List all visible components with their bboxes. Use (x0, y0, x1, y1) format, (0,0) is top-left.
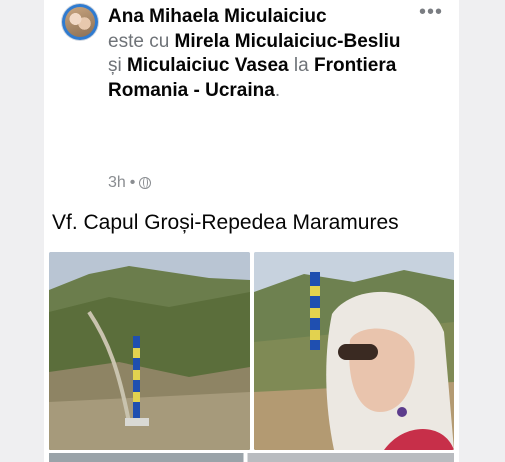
post-header: Ana Mihaela Miculaiciuc este cu Mirela M… (108, 5, 408, 103)
globe-icon[interactable] (139, 177, 152, 189)
more-options-icon[interactable]: ••• (416, 2, 446, 22)
post-photo-landscape[interactable] (49, 252, 250, 450)
next-photos-strip (49, 453, 454, 462)
author-name[interactable]: Ana Mihaela Miculaiciuc (108, 5, 408, 30)
avatar-image (65, 7, 95, 37)
feed-post: Ana Mihaela Miculaiciuc este cu Mirela M… (44, 0, 459, 462)
selfie-illustration (254, 252, 454, 450)
post-caption: Vf. Capul Groși-Repedea Maramures (52, 211, 399, 234)
and-label: și (108, 55, 122, 76)
sunglasses (338, 344, 378, 360)
post-meta: 3h • (108, 174, 152, 192)
tagged-person-1[interactable]: Mirela Miculaiciuc-Besliu (175, 31, 401, 52)
left-background (0, 0, 44, 462)
at-label: la (293, 55, 309, 76)
right-background (459, 0, 505, 462)
meta-dot: • (129, 174, 136, 191)
post-time[interactable]: 3h (108, 174, 126, 192)
period: . (274, 79, 281, 101)
with-label: este cu (108, 30, 170, 52)
post-photo-selfie[interactable] (254, 252, 454, 450)
author-avatar[interactable] (62, 4, 98, 40)
more-label: ••• (418, 1, 443, 23)
tagged-person-2[interactable]: Miculaiciuc Vasea (127, 55, 289, 76)
landscape-illustration (49, 252, 250, 450)
